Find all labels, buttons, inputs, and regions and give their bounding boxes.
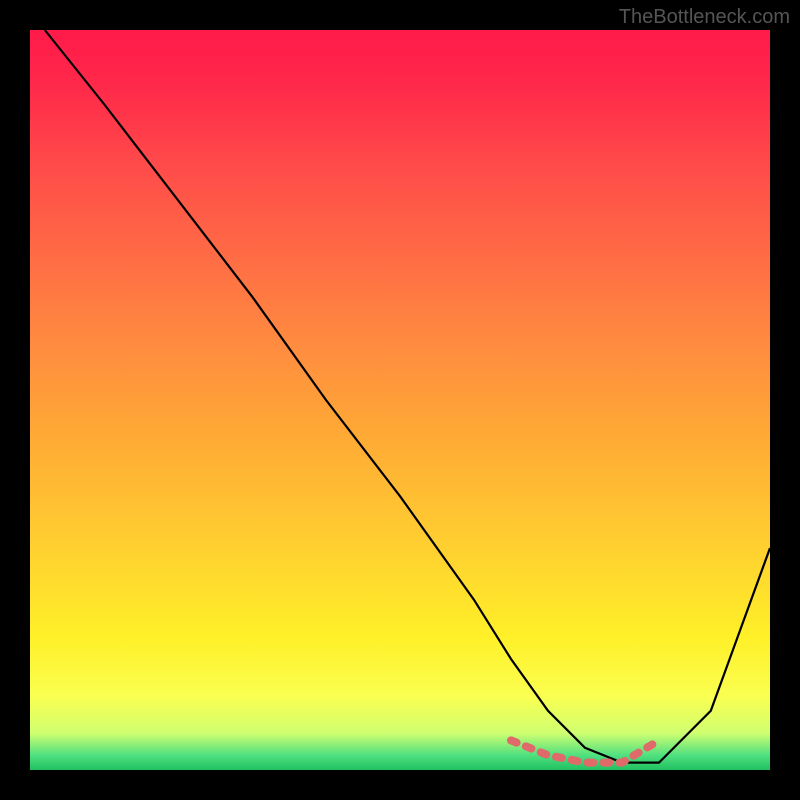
optimal-range-path [511,740,659,762]
bottleneck-curve-path [45,30,770,763]
curve-layer [30,30,770,770]
watermark-text: TheBottleneck.com [619,6,790,29]
chart-container: TheBottleneck.com [0,0,800,800]
plot-area [30,30,770,770]
